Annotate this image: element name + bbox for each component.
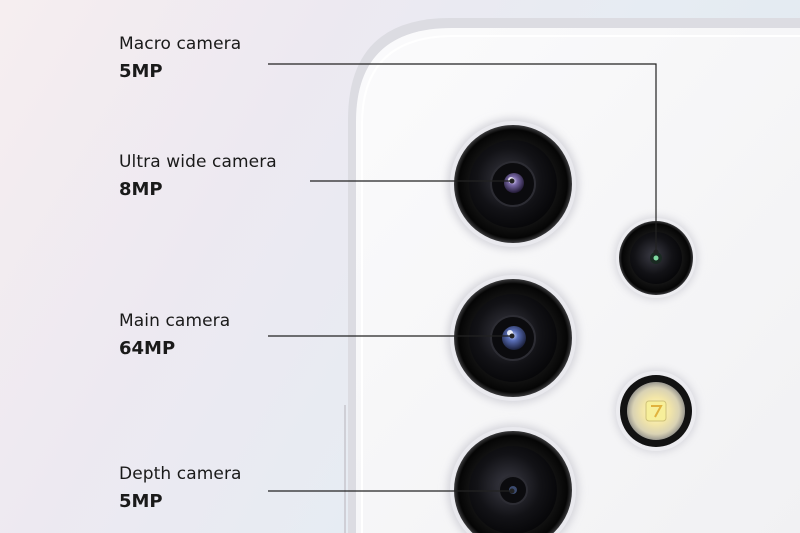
depth-camera-label: Depth camera 5MP bbox=[119, 465, 242, 511]
main-camera-label: Main camera 64MP bbox=[119, 312, 230, 358]
ultra-wide-camera-label: Ultra wide camera 8MP bbox=[119, 153, 277, 199]
depth-camera-mp: 5MP bbox=[119, 490, 163, 512]
macro-camera-mp: 5MP bbox=[119, 60, 163, 82]
ultra-wide-camera-name: Ultra wide camera bbox=[119, 152, 277, 172]
phone-body bbox=[356, 28, 800, 533]
ultra-wide-camera-mp: 8MP bbox=[119, 178, 163, 200]
depth-camera-name: Depth camera bbox=[119, 464, 242, 484]
macro-camera-name: Macro camera bbox=[119, 34, 242, 54]
flash-icon bbox=[614, 369, 698, 453]
macro-camera-label: Macro camera 5MP bbox=[119, 35, 241, 81]
main-camera-name: Main camera bbox=[119, 311, 231, 331]
phone-camera-illustration: Macro camera 5MP Ultra wide camera 8MP M… bbox=[0, 0, 800, 533]
main-camera-mp: 64MP bbox=[119, 337, 176, 359]
ultra-wide-lens bbox=[447, 118, 579, 250]
